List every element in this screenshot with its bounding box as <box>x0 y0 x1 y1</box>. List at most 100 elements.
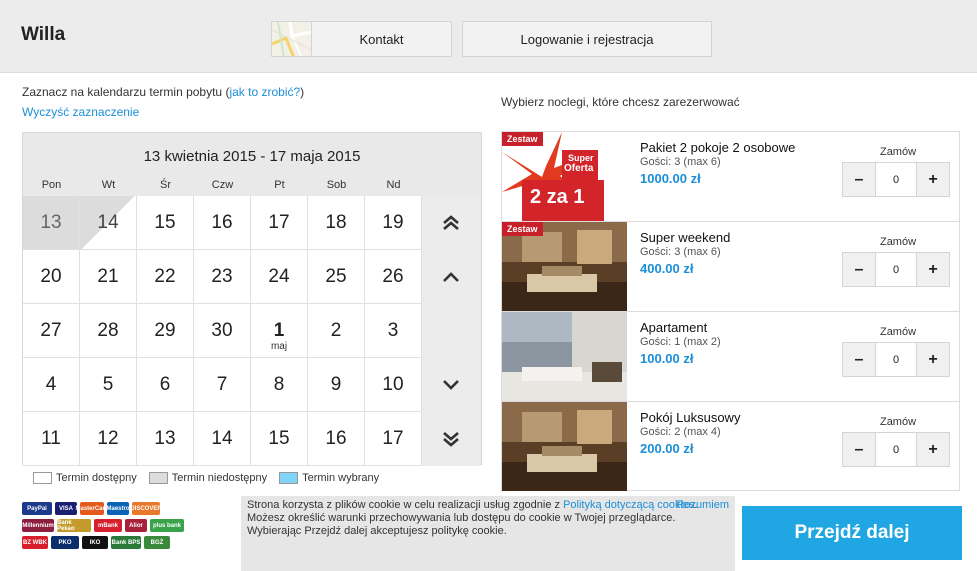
day-number: 25 <box>325 265 347 287</box>
calendar-day[interactable]: 25 <box>308 250 365 304</box>
calendar-day[interactable]: 29 <box>137 304 194 358</box>
decrement-button[interactable]: – <box>842 162 876 197</box>
contact-button[interactable]: Kontakt <box>311 21 452 57</box>
payment-logo: Maestro <box>107 502 130 515</box>
day-number: 9 <box>330 373 342 395</box>
login-register-button[interactable]: Logowanie i rejestracja <box>462 21 712 57</box>
clear-selection-link[interactable]: Wyczyść zaznaczenie <box>22 105 139 119</box>
increment-button[interactable]: + <box>916 342 950 377</box>
weekday-label: Pt <box>274 179 285 191</box>
calendar-day[interactable]: 22 <box>137 250 194 304</box>
weekday-label: Wt <box>101 179 116 191</box>
calendar-day[interactable]: 15 <box>251 412 308 466</box>
quantity-input[interactable]: 0 <box>876 252 916 287</box>
chevron-down-button[interactable] <box>422 358 480 412</box>
calendar-day[interactable]: 19 <box>365 196 422 250</box>
payment-row: PayPal VISA MasterCard Maestro DISCOVER <box>22 502 241 515</box>
calendar-day[interactable]: 24 <box>251 250 308 304</box>
header: Willa Kontakt Logowanie i rejestracja <box>0 0 977 73</box>
payment-logo: mBank <box>94 519 122 532</box>
double-chevron-up-button[interactable] <box>422 196 480 250</box>
cookie-accept-link[interactable]: Rozumiem <box>676 499 729 512</box>
calendar-day[interactable]: 7 <box>194 358 251 412</box>
offer-guests: Gości: 3 (max 6) <box>640 156 721 168</box>
calendar-day[interactable]: 17 <box>251 196 308 250</box>
calendar-day[interactable]: 11 <box>23 412 80 466</box>
calendar-day[interactable]: 10 <box>365 358 422 412</box>
calendar-day[interactable]: 16 <box>194 196 251 250</box>
calendar-day[interactable]: 28 <box>80 304 137 358</box>
increment-button[interactable]: + <box>916 252 950 287</box>
calendar-day[interactable]: 20 <box>23 250 80 304</box>
day-number: 28 <box>97 319 119 341</box>
minus-icon: – <box>854 350 864 368</box>
payment-logo: Millennium <box>22 519 54 532</box>
calendar-day[interactable]: 23 <box>194 250 251 304</box>
legend-unavailable: Termin niedostępny <box>148 472 267 484</box>
decrement-button[interactable]: – <box>842 342 876 377</box>
month-label: maj <box>270 341 288 352</box>
calendar-day[interactable]: 17 <box>365 412 422 466</box>
increment-button[interactable]: + <box>916 432 950 467</box>
weekday-label: Śr <box>160 179 171 191</box>
calendar-day[interactable]: 16 <box>308 412 365 466</box>
instructions-text: Zaznacz na kalendarzu termin pobytu ( <box>22 85 230 99</box>
how-to-link[interactable]: jak to zrobić? <box>229 85 300 99</box>
order-label: Zamów <box>879 326 917 338</box>
day-number: 15 <box>154 211 176 233</box>
day-number: 1 <box>273 319 285 341</box>
day-number: 8 <box>273 373 285 395</box>
calendar-day[interactable]: 2 <box>308 304 365 358</box>
quantity-input[interactable]: 0 <box>876 162 916 197</box>
nav-spacer <box>422 304 480 358</box>
calendar-day[interactable]: 5 <box>80 358 137 412</box>
calendar-day[interactable]: 18 <box>308 196 365 250</box>
calendar-day[interactable]: 6 <box>137 358 194 412</box>
proceed-button[interactable]: Przejdź dalej <box>742 506 962 560</box>
double-chevron-down-button[interactable] <box>422 412 480 466</box>
offers-title: Wybierz noclegi, które chcesz zarezerwow… <box>501 95 740 109</box>
calendar-day[interactable]: 13 <box>137 412 194 466</box>
calendar-week-row: 4 5 6 7 8 9 10 <box>23 358 481 412</box>
offer-name: Super weekend <box>640 230 731 245</box>
decrement-button[interactable]: – <box>842 432 876 467</box>
calendar-day[interactable]: 9 <box>308 358 365 412</box>
day-number: 17 <box>268 211 290 233</box>
day-number: 7 <box>216 373 228 395</box>
chevron-up-button[interactable] <box>422 250 480 304</box>
calendar-day[interactable]: 15 <box>137 196 194 250</box>
calendar-day[interactable]: 1 maj <box>251 304 308 358</box>
weekday-header: Pon Wt Śr Czw Pt Sob Nd <box>23 179 423 197</box>
calendar-day[interactable]: 14 <box>194 412 251 466</box>
day-number: 14 <box>97 211 119 233</box>
booking-calendar: 13 kwietnia 2015 - 17 maja 2015 Pon Wt Śr C… <box>22 132 482 484</box>
offer-image: Zestaw <box>502 222 627 311</box>
calendar-range-title: 13 kwietnia 2015 - 17 maja 2015 <box>143 147 361 165</box>
cookie-policy-link[interactable]: Polityką dotyczącą cookies <box>563 499 694 511</box>
calendar-day[interactable]: 27 <box>23 304 80 358</box>
calendar-day[interactable]: 30 <box>194 304 251 358</box>
legend-available-label: Termin dostępny <box>56 472 137 484</box>
increment-button[interactable]: + <box>916 162 950 197</box>
calendar-day[interactable]: 12 <box>80 412 137 466</box>
day-number: 26 <box>382 265 404 287</box>
day-number: 4 <box>45 373 57 395</box>
quantity-input[interactable]: 0 <box>876 342 916 377</box>
calendar-day[interactable]: 8 <box>251 358 308 412</box>
day-number: 15 <box>268 427 290 449</box>
payment-logo: IKO <box>82 536 108 549</box>
day-number: 3 <box>387 319 399 341</box>
quantity-input[interactable]: 0 <box>876 432 916 467</box>
calendar-day[interactable]: 4 <box>23 358 80 412</box>
double-chevron-up-icon <box>442 214 460 232</box>
calendar-day[interactable]: 3 <box>365 304 422 358</box>
package-badge: Zestaw <box>502 222 543 236</box>
day-number: 17 <box>382 427 404 449</box>
calendar-legend: Termin dostępny Termin niedostępny Termi… <box>23 468 483 488</box>
calendar-day[interactable]: 21 <box>80 250 137 304</box>
day-number: 10 <box>382 373 404 395</box>
calendar-day[interactable]: 14 <box>80 196 137 250</box>
map-icon[interactable] <box>271 21 311 57</box>
calendar-day[interactable]: 26 <box>365 250 422 304</box>
decrement-button[interactable]: – <box>842 252 876 287</box>
